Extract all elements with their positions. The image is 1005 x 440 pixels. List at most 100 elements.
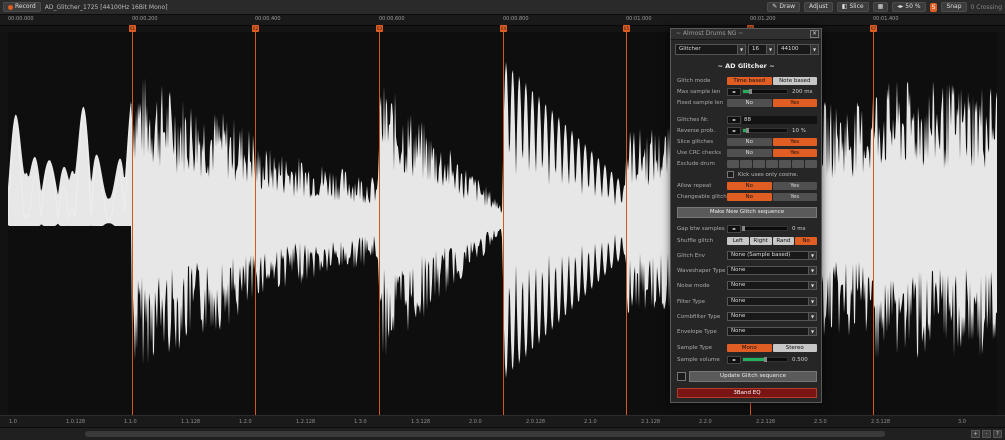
make-new-glitch-button[interactable]: Make New Glitch sequence xyxy=(677,207,817,218)
envelope-type-label: Envelope Type xyxy=(677,328,717,335)
preset-dropdown[interactable]: Glitcher ▼ xyxy=(675,44,746,55)
slice-yes-option[interactable]: Yes xyxy=(772,137,817,146)
changeable-yes-option[interactable]: Yes xyxy=(772,192,817,201)
reverse-prob-slider[interactable] xyxy=(742,128,788,133)
waveshaper-dropdown[interactable]: None ▼ xyxy=(727,266,817,275)
slider-knob[interactable] xyxy=(742,226,745,231)
slice-marker[interactable]: 07 xyxy=(870,25,877,32)
record-button[interactable]: Record xyxy=(3,2,41,12)
exclude-drum-toggle[interactable] xyxy=(727,159,739,168)
slice-button[interactable]: ◧ Slice xyxy=(836,2,869,12)
fixed-no-option[interactable]: No xyxy=(727,98,772,107)
slider-knob[interactable] xyxy=(748,89,752,94)
note-based-option[interactable]: Note based xyxy=(772,76,817,85)
stepper-icon[interactable]: ◂▸ xyxy=(727,355,741,364)
shuffle-left-option[interactable]: Left xyxy=(727,236,749,245)
draw-button[interactable]: ✎ Draw xyxy=(767,2,800,12)
wave-editor-window: Record AD_Glitcher_1725 [44100Hz 16Bit M… xyxy=(0,0,1005,440)
crc-checks-label: Use CRC checks xyxy=(677,149,721,156)
chevron-down-icon: ▼ xyxy=(737,45,745,54)
ruler-tick: 00:00.800 xyxy=(503,16,529,22)
zoom-in-icon[interactable]: + xyxy=(971,430,980,438)
changeable-no-option[interactable]: No xyxy=(727,192,772,201)
envelope-type-row: Envelope Type None ▼ xyxy=(677,327,817,336)
exclude-drum-toggle[interactable] xyxy=(779,159,791,168)
chevron-down-icon: ▼ xyxy=(810,45,818,54)
envelope-type-dropdown[interactable]: None ▼ xyxy=(727,327,817,336)
chevron-down-icon: ▼ xyxy=(808,252,816,259)
ruler-tick: 00:00.000 xyxy=(8,16,34,22)
adjust-button[interactable]: Adjust xyxy=(804,2,833,12)
repeat-no-option[interactable]: No xyxy=(727,181,772,190)
slice-marker[interactable]: 03 xyxy=(376,25,383,32)
stepper-icon[interactable]: ◂▸ xyxy=(727,87,741,96)
waveshaper-row: Waveshaper Type None ▼ xyxy=(677,266,817,275)
changeable-glitch-row: Changeable glitch No Yes xyxy=(677,192,817,201)
stereo-option[interactable]: Stereo xyxy=(772,343,817,352)
max-sample-len-slider[interactable] xyxy=(742,89,788,94)
zoom-control[interactable]: ◂▸ 50% xyxy=(892,2,926,12)
crc-checks-row: Use CRC checks No Yes xyxy=(677,148,817,157)
filter-type-dropdown[interactable]: None ▼ xyxy=(727,297,817,306)
exclude-drum-toggle[interactable] xyxy=(766,159,778,168)
update-checkbox[interactable] xyxy=(677,372,686,381)
kick-checkbox[interactable] xyxy=(727,171,734,178)
zoom-badge[interactable]: S xyxy=(929,2,938,12)
beat-tick: 2.3.128 xyxy=(871,419,891,425)
exclude-drum-toggle[interactable] xyxy=(753,159,765,168)
preset-row: Glitcher ▼ 16 ▼ 44100 ▼ xyxy=(675,44,819,55)
shuffle-rand-option[interactable]: Rand xyxy=(772,236,795,245)
glitch-mode-row: Glitch mode Time based Note based xyxy=(677,76,817,85)
sample-rate-dropdown[interactable]: 44100 ▼ xyxy=(777,44,819,55)
fixed-yes-option[interactable]: Yes xyxy=(772,98,817,107)
zoom-out-icon[interactable]: - xyxy=(982,430,991,438)
glitches-nr-value[interactable]: 88 xyxy=(742,115,817,124)
noise-mode-label: Noise mode xyxy=(677,282,710,289)
snap-button[interactable]: Snap xyxy=(941,2,967,12)
shuffle-no-option[interactable]: No xyxy=(795,236,817,245)
glitch-env-dropdown[interactable]: None (Sample based) ▼ xyxy=(727,251,817,260)
exclude-drum-toggle[interactable] xyxy=(792,159,804,168)
chevron-down-icon: ▼ xyxy=(808,267,816,274)
allow-repeat-label: Allow repeat xyxy=(677,182,712,189)
crc-yes-option[interactable]: Yes xyxy=(772,148,817,157)
slider-knob[interactable] xyxy=(746,128,750,133)
bit-depth-dropdown[interactable]: 16 ▼ xyxy=(748,44,775,55)
slice-glitches-row: Slice glitches No Yes xyxy=(677,137,817,146)
exclude-drum-label: Exclude drum xyxy=(677,160,715,167)
slice-marker[interactable]: 01 xyxy=(129,25,136,32)
repeat-yes-option[interactable]: Yes xyxy=(772,181,817,190)
slider-knob[interactable] xyxy=(764,357,767,362)
noise-mode-dropdown[interactable]: None ▼ xyxy=(727,281,817,290)
slice-marker[interactable]: 05 xyxy=(623,25,630,32)
waveform-area[interactable] xyxy=(8,32,997,415)
zero-crossing-label[interactable]: 0 Crossing xyxy=(971,4,1002,11)
crc-no-option[interactable]: No xyxy=(727,148,772,157)
time-based-option[interactable]: Time based xyxy=(727,76,772,85)
eq-button[interactable]: 3Band EQ xyxy=(677,388,817,398)
stepper-icon[interactable]: ◂▸ xyxy=(727,224,741,233)
slice-marker[interactable]: 02 xyxy=(252,25,259,32)
max-sample-len-row: Max sample len ◂▸ 200 ms xyxy=(677,87,817,96)
horizontal-scrollbar[interactable] xyxy=(85,431,885,437)
beat-ruler[interactable]: 1.0 1.0.128 1.1.0 1.1.128 1.2.0 1.2.128 … xyxy=(0,415,1005,427)
stepper-icon[interactable]: ◂▸ xyxy=(727,115,741,124)
exclude-drum-toggle[interactable] xyxy=(740,159,752,168)
update-glitch-button[interactable]: Update Glitch sequence xyxy=(689,371,817,382)
sample-volume-slider[interactable] xyxy=(742,357,788,362)
stepper-icon[interactable]: ◂▸ xyxy=(727,126,741,135)
combfilter-dropdown[interactable]: None ▼ xyxy=(727,312,817,321)
reverse-prob-value: 10 % xyxy=(792,127,806,134)
help-icon[interactable]: ? xyxy=(993,430,1002,438)
glitches-nr-row: Glitches Nr. ◂▸ 88 xyxy=(677,115,817,124)
allow-repeat-row: Allow repeat No Yes xyxy=(677,181,817,190)
gap-slider[interactable] xyxy=(742,226,788,231)
mono-option[interactable]: Mono xyxy=(727,343,772,352)
exclude-drum-toggle[interactable] xyxy=(805,159,817,168)
grid-toggle[interactable]: ▦ xyxy=(872,2,889,12)
slice-no-option[interactable]: No xyxy=(727,137,772,146)
panel-title-bar[interactable]: ~ Almost Drums NG ~ × xyxy=(671,29,821,40)
close-icon[interactable]: × xyxy=(810,30,819,38)
shuffle-right-option[interactable]: Right xyxy=(749,236,772,245)
slice-marker[interactable]: 04 xyxy=(500,25,507,32)
